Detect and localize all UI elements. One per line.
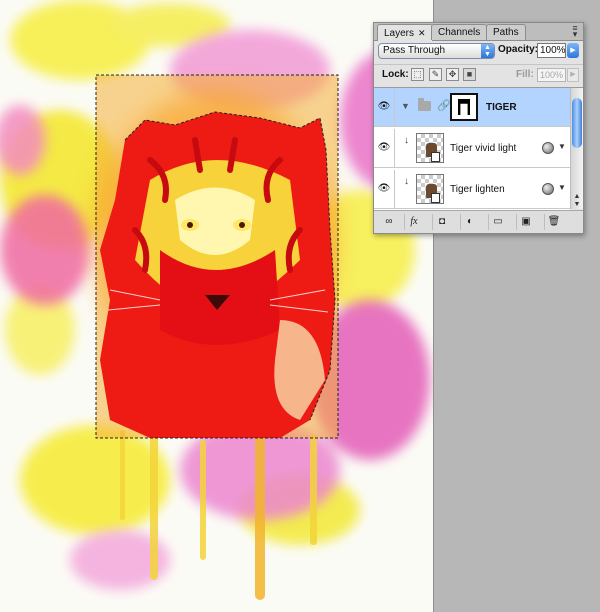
- tab-layers[interactable]: Layers ✕: [377, 24, 433, 41]
- panel-menu-icon[interactable]: ≡ ▾: [570, 24, 580, 39]
- fx-icon[interactable]: fx: [404, 214, 423, 230]
- visibility-eye-icon[interactable]: 👁: [374, 170, 395, 208]
- layer-name: Tiger lighten: [450, 184, 505, 195]
- layer-list-scrollbar[interactable]: ▲ ▼: [570, 87, 583, 209]
- clip-arrow-icon: ↓: [404, 176, 409, 187]
- close-icon[interactable]: ✕: [418, 28, 426, 38]
- layer-effects-icon[interactable]: [542, 142, 554, 154]
- opacity-label: Opacity:: [498, 44, 539, 55]
- tab-channels[interactable]: Channels: [431, 24, 488, 40]
- tab-layers-label: Layers: [384, 28, 415, 39]
- lock-all-icon[interactable]: ■: [463, 68, 476, 81]
- smart-object-badge-icon: [431, 152, 440, 162]
- updown-arrows-icon: ▲ ▼: [481, 44, 494, 58]
- lock-brush-icon[interactable]: ✎: [429, 68, 442, 81]
- tab-channels-label: Channels: [438, 27, 481, 38]
- layer-list: 👁 ▼ 🔗 TIGER 👁 ↓ Tiger vivid light ▼ 👁 ↓: [374, 87, 570, 210]
- new-group-icon[interactable]: ▭: [488, 214, 507, 230]
- lock-label: Lock:: [382, 69, 409, 80]
- layer-thumbnail[interactable]: [416, 174, 444, 204]
- panel-bottom-toolbar: ∞ fx ◘ ◐ ▭ ▣ 🗑: [374, 210, 583, 233]
- expand-arrow-icon[interactable]: ▼: [558, 142, 566, 151]
- new-layer-icon[interactable]: ▣: [516, 214, 535, 230]
- clip-arrow-icon: ↓: [404, 135, 409, 146]
- visibility-eye-icon[interactable]: 👁: [374, 129, 395, 167]
- scroll-down-arrow-icon[interactable]: ▼: [571, 201, 583, 208]
- lock-position-icon[interactable]: ✥: [446, 68, 459, 81]
- visibility-eye-icon[interactable]: 👁: [374, 88, 395, 126]
- smart-object-badge-icon: [431, 193, 440, 203]
- fill-slider-arrow-icon[interactable]: ▶: [567, 68, 579, 82]
- tab-paths[interactable]: Paths: [486, 24, 526, 40]
- blend-mode-select[interactable]: Pass Through ▲ ▼: [378, 43, 495, 59]
- tiger-watercolor-artwork: [0, 0, 433, 612]
- layer-name: Tiger vivid light: [450, 143, 517, 154]
- link-chain-icon[interactable]: 🔗: [437, 99, 451, 112]
- document-canvas[interactable]: [0, 0, 433, 612]
- layer-thumbnail[interactable]: [416, 133, 444, 163]
- panel-tab-bar: Layers ✕ Channels Paths ≡ ▾: [374, 23, 583, 41]
- layer-name: TIGER: [486, 102, 517, 113]
- link-layers-icon[interactable]: ∞: [380, 214, 398, 230]
- layers-panel: Layers ✕ Channels Paths ≡ ▾ Pass Through ▲…: [373, 22, 584, 234]
- expand-arrow-icon[interactable]: ▼: [558, 183, 566, 192]
- folder-icon: [418, 98, 431, 111]
- tab-paths-label: Paths: [493, 27, 519, 38]
- layer-row-tiger-group[interactable]: 👁 ▼ 🔗 TIGER: [374, 88, 570, 127]
- lock-transparency-icon[interactable]: ⬚: [411, 68, 424, 81]
- fill-label: Fill:: [516, 69, 534, 80]
- layer-row-tiger-vivid-light[interactable]: 👁 ↓ Tiger vivid light ▼: [374, 129, 570, 168]
- fill-field[interactable]: 100%: [537, 68, 566, 82]
- layer-effects-icon[interactable]: [542, 183, 554, 195]
- scroll-thumb[interactable]: [572, 98, 582, 148]
- adjustment-layer-icon[interactable]: ◐: [460, 214, 479, 230]
- layer-mask-thumbnail[interactable]: [450, 93, 478, 121]
- scroll-up-arrow-icon[interactable]: ▲: [571, 193, 583, 200]
- opacity-field[interactable]: 100%: [537, 43, 566, 58]
- trash-icon[interactable]: 🗑: [544, 214, 563, 230]
- add-mask-icon[interactable]: ◘: [432, 214, 451, 230]
- blend-mode-value: Pass Through: [383, 45, 446, 56]
- lock-row: Lock: ⬚ ✎ ✥ ■ Fill: 100% ▶: [374, 64, 583, 85]
- layer-row-tiger-lighten[interactable]: 👁 ↓ Tiger lighten ▼: [374, 170, 570, 209]
- disclosure-triangle-icon[interactable]: ▼: [401, 101, 410, 111]
- opacity-slider-arrow-icon[interactable]: ▶: [567, 43, 579, 58]
